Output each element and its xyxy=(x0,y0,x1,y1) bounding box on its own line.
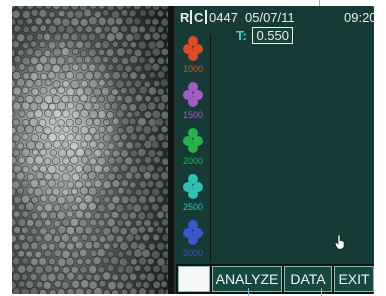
density-scale-item: 2000 xyxy=(176,126,210,170)
cell-cluster-icon xyxy=(183,174,203,199)
hand-pointer-icon[interactable] xyxy=(334,234,346,250)
exam-time: 09:20 xyxy=(344,10,374,25)
mode-c-indicator[interactable]: C xyxy=(194,10,203,25)
density-scale-label: 2000 xyxy=(182,156,204,166)
status-bar: R C 0447 05/07/11 09:20 xyxy=(176,10,374,26)
blank-button[interactable] xyxy=(178,266,210,292)
density-scale-label: 1500 xyxy=(182,110,204,120)
specular-microscope-screen: R C 0447 05/07/11 09:20 T: 0.550 1000 150… xyxy=(12,6,374,294)
accent-line xyxy=(319,0,320,6)
cell-cluster-icon xyxy=(183,128,203,153)
density-scale-label: 2500 xyxy=(182,202,204,212)
image-number: 0447 xyxy=(209,10,238,25)
cell-cluster-icon xyxy=(183,82,203,107)
cell-cluster-icon xyxy=(183,220,203,245)
threshold-row: T: 0.550 xyxy=(236,27,294,44)
accent-line xyxy=(248,288,249,296)
threshold-label: T: xyxy=(236,28,247,43)
mode-divider xyxy=(190,10,192,24)
density-scale-label: 1000 xyxy=(182,64,204,74)
menu-bar: ANALYZE DATA EXIT xyxy=(176,264,374,294)
density-scale-legend: 1000 1500 2000 2500 3000 xyxy=(176,34,211,262)
data-button[interactable]: DATA xyxy=(284,266,332,292)
density-scale-item: 2500 xyxy=(176,172,210,216)
cell-cluster-icon xyxy=(183,36,203,61)
exit-button[interactable]: EXIT xyxy=(334,266,374,292)
accent-line xyxy=(321,288,322,296)
density-scale-item: 3000 xyxy=(176,218,210,262)
mode-divider xyxy=(205,10,207,24)
endothelial-cell-image xyxy=(12,6,168,294)
density-scale-label: 3000 xyxy=(182,248,204,258)
analysis-display: R C 0447 05/07/11 09:20 T: 0.550 1000 150… xyxy=(174,6,374,294)
threshold-value-field[interactable]: 0.550 xyxy=(252,27,294,44)
cell-mosaic xyxy=(12,6,168,294)
density-scale-item: 1000 xyxy=(176,34,210,78)
analyze-button[interactable]: ANALYZE xyxy=(212,266,282,292)
exam-date: 05/07/11 xyxy=(245,10,295,25)
density-scale-item: 1500 xyxy=(176,80,210,124)
mode-r-indicator[interactable]: R xyxy=(180,10,189,25)
